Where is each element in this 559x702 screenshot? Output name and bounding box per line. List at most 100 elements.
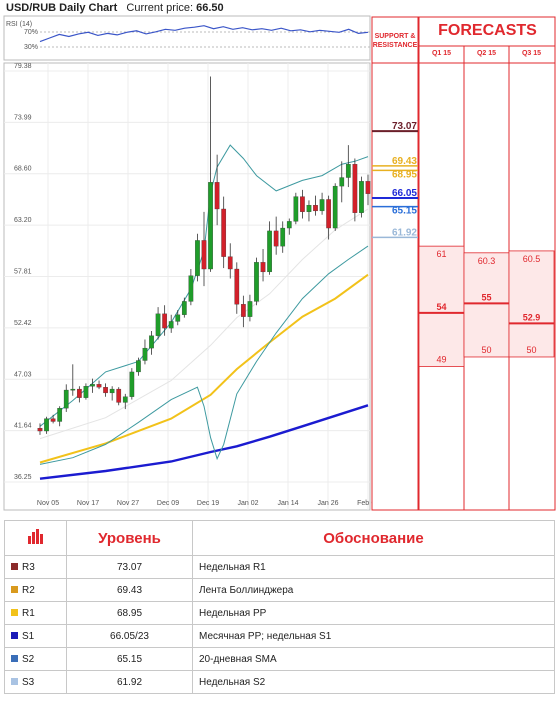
candle-body (103, 387, 108, 394)
level-color-swatch (11, 655, 18, 663)
level-column-header: Уровень (66, 520, 193, 556)
forecast-high-label: 60.3 (478, 256, 496, 266)
candle-body (241, 304, 246, 317)
support-resistance-panel (371, 16, 419, 511)
level-name: S2 (22, 653, 35, 665)
candle-body (195, 240, 200, 276)
level-value: 65.15 (66, 647, 193, 671)
quarter-q1-label: Q1 15 (431, 50, 452, 57)
level-color-swatch (11, 586, 18, 594)
candle-body (77, 388, 82, 398)
x-tick-label: Jan 26 (317, 500, 338, 507)
level-name: S3 (22, 676, 35, 688)
level-color-swatch (11, 678, 18, 686)
candle-body (142, 347, 148, 361)
candle-body (83, 386, 89, 398)
table-row: R3 73.07 Недельная R1 (4, 555, 555, 579)
level-reason: Месячная PP; недельная S1 (192, 624, 555, 648)
forecast-low-label: 49 (436, 355, 446, 365)
y-tick-label: 52.42 (14, 320, 32, 327)
candle-body (162, 313, 167, 329)
rsi-panel (3, 15, 371, 61)
level-reason: Недельная R1 (192, 555, 555, 579)
y-tick-label: 68.60 (14, 166, 32, 173)
candle-body (96, 384, 102, 388)
rsi-level-30: 30% (24, 44, 38, 51)
rsi-level-70: 70% (24, 29, 38, 36)
y-tick-label: 36.25 (14, 474, 32, 481)
chart-title-text: USD/RUB Daily Chart (6, 2, 118, 14)
candle-body (227, 256, 233, 270)
candle-body (90, 384, 95, 387)
level-reason: Лента Боллинджера (192, 578, 555, 602)
candle-body (37, 428, 43, 432)
current-price-label: Current price: (126, 2, 194, 14)
level-name-cell: R1 (4, 601, 67, 625)
candle-body (44, 418, 49, 432)
candle-body (221, 208, 227, 257)
candle-body (339, 177, 345, 187)
candle-body (63, 389, 69, 409)
candle-body (319, 199, 325, 212)
level-color-swatch (11, 563, 18, 571)
forecast-low-label: 50 (526, 345, 536, 355)
x-tick-label: Nov 05 (37, 500, 59, 507)
level-name-cell: R3 (4, 555, 67, 579)
table-row: R2 69.43 Лента Боллинджера (4, 578, 555, 602)
y-tick-label: 57.81 (14, 269, 32, 276)
candle-body (359, 181, 364, 213)
candle-body (306, 205, 312, 212)
level-label: 65.15 (392, 206, 417, 217)
level-name: R1 (22, 607, 35, 619)
candle-body (168, 321, 174, 329)
candle-body (109, 388, 115, 394)
candle-body (286, 221, 292, 229)
level-color-swatch (11, 609, 18, 617)
current-price-value: 66.50 (196, 2, 224, 14)
candle-body (280, 227, 286, 247)
candle-body (234, 268, 240, 305)
candle-body (365, 181, 371, 194)
candle-body (345, 164, 351, 178)
level-color-swatch (11, 632, 18, 640)
level-label: 66.05 (392, 188, 417, 199)
x-tick-label: Nov 27 (117, 500, 139, 507)
level-label: 73.07 (392, 121, 417, 132)
reason-column-header: Обоснование (192, 520, 555, 556)
forecast-mid-label: 55 (481, 292, 491, 302)
table-row: S2 65.15 20-дневная SMA (4, 647, 555, 671)
table-row: S1 66.05/23 Месячная PP; недельная S1 (4, 624, 555, 648)
level-label: 61.92 (392, 227, 417, 238)
table-row: S3 61.92 Недельная S2 (4, 670, 555, 694)
x-tick-label: Dec 09 (157, 500, 179, 507)
level-value: 69.43 (66, 578, 193, 602)
level-label: 68.95 (392, 169, 417, 180)
candle-body (326, 199, 331, 229)
forecast-range-box (463, 252, 510, 358)
forecast-high-label: 60.5 (523, 254, 541, 264)
candle-body (247, 301, 253, 317)
candle-body (70, 388, 76, 391)
candle-body (122, 396, 128, 403)
level-name-cell: S3 (4, 670, 67, 694)
candle-body (300, 196, 305, 212)
candle-body (50, 418, 56, 422)
forecast-mid-label: 52.9 (523, 312, 541, 322)
candle-body (155, 313, 161, 336)
level-name: R3 (22, 561, 35, 573)
level-value: 66.05/23 (66, 624, 193, 648)
level-name-cell: S1 (4, 624, 67, 648)
candle-body (208, 182, 213, 270)
chart-title: USD/RUB Daily Chart Current price: 66.50 (6, 2, 224, 14)
candle-body (267, 230, 272, 273)
candle-body (181, 301, 187, 315)
x-tick-label: Jan 14 (277, 500, 298, 507)
x-tick-label: Nov 17 (77, 500, 99, 507)
level-value: 73.07 (66, 555, 193, 579)
candle-body (116, 388, 122, 403)
candle-body (214, 182, 220, 210)
candle-body (129, 371, 135, 397)
candle-body (136, 360, 141, 373)
table-row: R1 68.95 Недельная PP (4, 601, 555, 625)
rsi-label: RSI (14) (6, 21, 32, 28)
